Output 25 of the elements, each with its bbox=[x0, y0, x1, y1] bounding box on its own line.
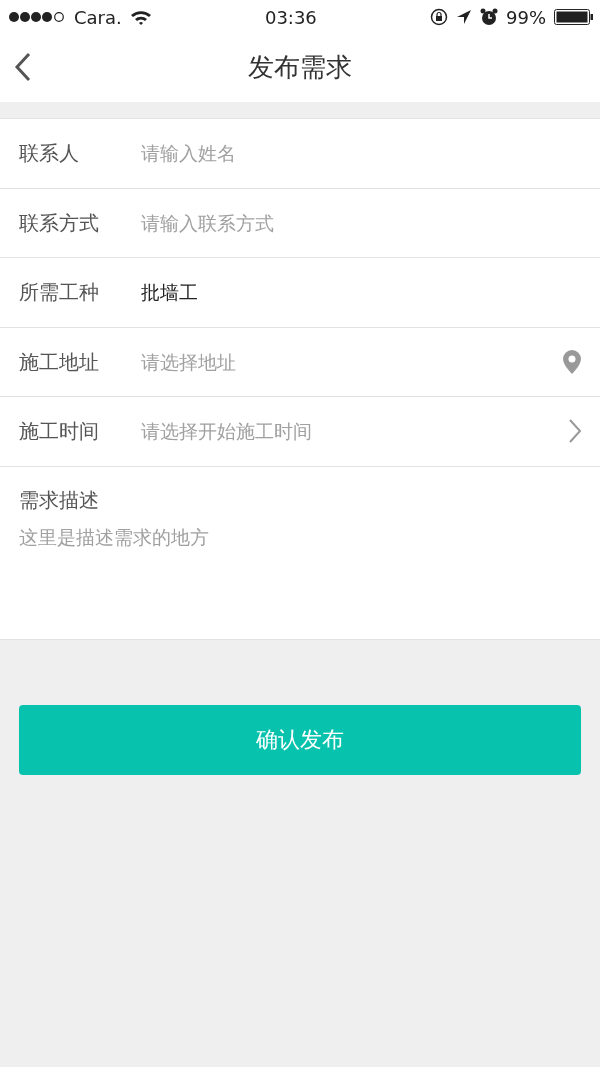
wifi-icon bbox=[129, 9, 152, 25]
battery-percent: 99% bbox=[506, 5, 546, 30]
input-field[interactable]: 请输入联系方式 bbox=[141, 208, 582, 237]
input-field[interactable]: 请输入姓名 bbox=[141, 139, 582, 168]
field-label: 施工地址 bbox=[19, 348, 100, 376]
back-button[interactable] bbox=[14, 52, 32, 82]
field-label: 所需工种 bbox=[19, 279, 100, 307]
field-label: 需求描述 bbox=[19, 486, 100, 514]
input-field[interactable]: 请选择地址 bbox=[141, 347, 562, 376]
input-field[interactable]: 批墙工 bbox=[141, 278, 582, 307]
battery-icon bbox=[554, 9, 594, 25]
field-label: 施工时间 bbox=[19, 418, 100, 446]
alarm-icon bbox=[480, 8, 498, 26]
field-label: 联系人 bbox=[19, 140, 80, 168]
chevron-right-icon bbox=[568, 418, 582, 445]
back-icon bbox=[14, 52, 32, 82]
page-title: 发布需求 bbox=[248, 52, 352, 84]
rotation-lock-icon bbox=[430, 8, 448, 26]
input-field[interactable]: 请选择开始施工时间 bbox=[141, 417, 568, 446]
location-arrow-icon bbox=[456, 9, 472, 25]
field-label: 联系方式 bbox=[19, 209, 100, 237]
carrier-name: Cara. bbox=[74, 5, 122, 30]
signal-icon bbox=[8, 11, 66, 23]
location-pin-icon bbox=[562, 348, 582, 375]
status-time: 03:36 bbox=[264, 6, 317, 28]
